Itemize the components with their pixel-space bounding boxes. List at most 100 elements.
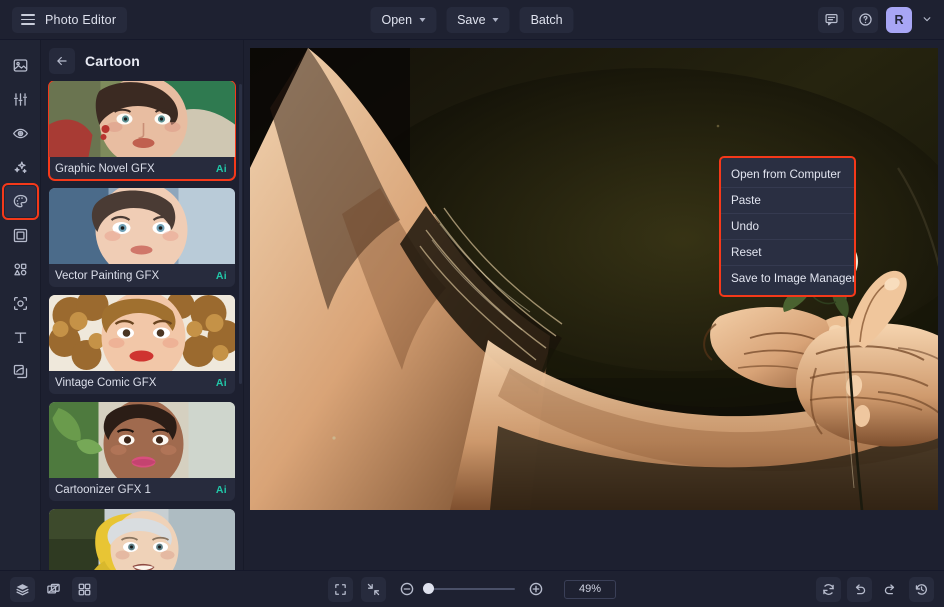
sidebar-item-text-tool[interactable] [5, 322, 36, 353]
actual-size-button[interactable] [361, 576, 386, 602]
layers-icon [16, 583, 29, 595]
question-circle-icon [858, 13, 872, 26]
sliders-icon [13, 93, 27, 106]
ctx-save-to-image-manager[interactable]: Save to Image Manager [721, 265, 856, 291]
preset-thumbnail [49, 509, 235, 570]
redo-icon [884, 583, 895, 594]
redo-button[interactable] [878, 577, 903, 602]
back-button[interactable] [49, 47, 75, 74]
layers-button[interactable] [10, 576, 35, 602]
presets-panel: Cartoon Graphic Novel GFX Ai Vector Pain… [41, 40, 244, 570]
preset-meta: Cartoonizer GFX 1 Ai [49, 478, 235, 501]
preset-label: Vector Painting GFX [55, 269, 160, 282]
shapes-icon [13, 263, 26, 276]
refresh-button[interactable] [816, 576, 841, 602]
panel-header: Cartoon [41, 40, 243, 81]
zoom-slider-knob[interactable] [423, 583, 434, 594]
sidebar-item-retouch-tool[interactable] [5, 118, 36, 149]
presets-list[interactable]: Graphic Novel GFX Ai Vector Painting GFX… [41, 81, 243, 570]
ai-badge: Ai [215, 483, 227, 496]
arrow-left-icon [57, 56, 67, 65]
zoom-out-button[interactable] [394, 577, 419, 602]
sidebar-item-layers-tool[interactable] [5, 356, 36, 387]
preset-vector-painting-gfx[interactable]: Vector Painting GFX Ai [49, 188, 235, 287]
preset-graphic-novel-gfx[interactable]: Graphic Novel GFX Ai [48, 81, 236, 181]
chevron-down-icon [492, 17, 499, 22]
sidebar-item-frame-tool[interactable] [5, 220, 36, 251]
batch-label: Batch [530, 12, 563, 27]
sidebar-item-cutout-tool[interactable] [5, 288, 36, 319]
palette-icon [13, 194, 27, 208]
preset-label: Vintage Comic GFX [55, 376, 157, 389]
preset-thumbnail [49, 188, 235, 264]
history-button[interactable] [909, 576, 934, 602]
preset-meta: Vintage Comic GFX Ai [49, 371, 235, 394]
preset-label: Graphic Novel GFX [55, 162, 155, 175]
sidebar-item-image-tool[interactable] [5, 50, 36, 81]
image-icon [13, 59, 27, 72]
preset-meta: Graphic Novel GFX Ai [49, 157, 235, 180]
ai-badge: Ai [215, 376, 227, 389]
preset-cartoonizer-gfx-2[interactable]: Cartoonizer GFX 2 Ai [49, 509, 235, 570]
bottom-left-tools [10, 576, 97, 602]
preset-thumbnail [49, 295, 235, 371]
sidebar-item-shapes-tool[interactable] [5, 254, 36, 285]
help-button[interactable] [852, 6, 878, 33]
refresh-icon [823, 583, 834, 595]
preset-vintage-comic-gfx[interactable]: Vintage Comic GFX Ai [49, 295, 235, 394]
zoom-slider-track[interactable] [423, 583, 515, 594]
zoom-input[interactable]: 49% [564, 579, 616, 599]
preset-cartoonizer-gfx-1[interactable]: Cartoonizer GFX 1 Ai [49, 402, 235, 501]
top-toolbar: Photo Editor Open Save Batch R [0, 0, 944, 40]
ctx-reset[interactable]: Reset [721, 239, 854, 265]
bottom-right-tools [816, 576, 934, 602]
grid-button[interactable] [72, 576, 97, 602]
cutout-icon [13, 297, 27, 310]
app-title: Photo Editor [45, 12, 117, 27]
app-root: Photo Editor Open Save Batch R Cartoon G… [0, 0, 944, 607]
compare-icon [47, 583, 60, 594]
collapse-icon [367, 583, 380, 595]
undo-icon [855, 583, 866, 594]
ctx-undo[interactable]: Undo [721, 213, 854, 239]
canvas-context-menu[interactable]: Open from Computer Paste Undo Reset Save… [719, 156, 856, 297]
sidebar-item-adjust-tool[interactable] [5, 84, 36, 115]
canvas-image[interactable]: Open from Computer Paste Undo Reset Save… [250, 48, 938, 510]
grid-icon [78, 583, 91, 595]
text-icon [14, 332, 26, 343]
chevron-down-icon [419, 17, 426, 22]
canvas-area[interactable]: Open from Computer Paste Undo Reset Save… [244, 40, 944, 570]
save-label: Save [457, 12, 486, 27]
preset-thumbnail [49, 81, 235, 157]
app-menu-button[interactable]: Photo Editor [12, 6, 128, 33]
sidebar-item-effects-tool[interactable] [5, 152, 36, 183]
open-button[interactable]: Open [370, 6, 437, 33]
preset-meta: Vector Painting GFX Ai [49, 264, 235, 287]
zoom-controls: 49% [328, 576, 616, 602]
sidebar-item-artistic-tool[interactable] [1, 183, 39, 220]
comment-icon [824, 13, 838, 26]
history-icon [915, 583, 927, 595]
panel-scrollbar[interactable] [239, 84, 242, 384]
zoom-slider[interactable] [423, 583, 515, 594]
avatar-chevron-down-icon[interactable] [920, 12, 934, 27]
ctx-paste[interactable]: Paste [721, 187, 854, 213]
page-title: Cartoon [85, 52, 141, 69]
ctx-open-from-computer[interactable]: Open from Computer [721, 162, 854, 187]
body: Cartoon Graphic Novel GFX Ai Vector Pain… [0, 40, 944, 570]
compare-button[interactable] [41, 577, 66, 602]
hamburger-icon[interactable] [21, 14, 35, 25]
undo-button[interactable] [847, 576, 872, 602]
ai-badge: Ai [215, 269, 227, 282]
plus-circle-icon [529, 582, 542, 596]
batch-button[interactable]: Batch [519, 6, 574, 33]
zoom-in-button[interactable] [523, 577, 548, 602]
sparkles-icon [14, 161, 27, 174]
feedback-button[interactable] [818, 6, 844, 33]
fit-screen-button[interactable] [328, 576, 353, 602]
avatar[interactable]: R [886, 6, 912, 33]
fit-screen-icon [335, 583, 346, 595]
save-button[interactable]: Save [446, 6, 510, 33]
top-right-tools: R [818, 6, 934, 33]
top-center-tools: Open Save Batch [370, 6, 574, 33]
